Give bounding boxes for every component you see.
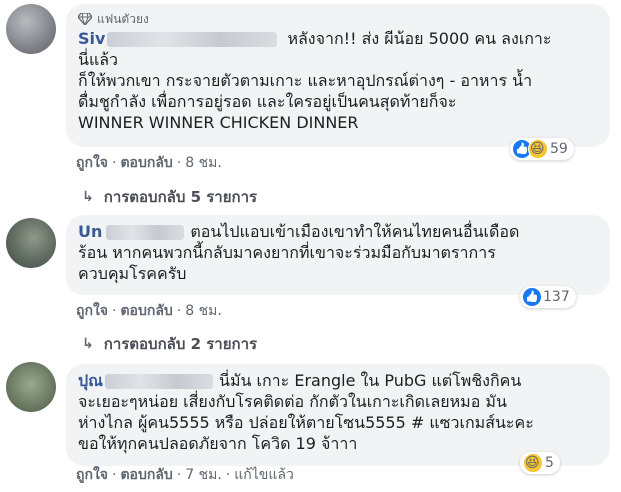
reply-button[interactable]: ตอบกลับ xyxy=(120,300,172,322)
haha-icon xyxy=(528,139,548,159)
comment-text-line: หลังจาก!! ส่ง ผีน้อย 5000 คน ลงเกาะ xyxy=(287,29,552,48)
commenter-avatar[interactable] xyxy=(6,362,56,412)
view-replies-link[interactable]: ↳ การตอบกลับ 2 รายการ xyxy=(82,332,257,356)
comment-actions: ถูกใจ · ตอบกลับ · 8 ชม. xyxy=(76,300,222,322)
reaction-count: 59 xyxy=(550,141,568,157)
commenter-name[interactable]: Un xyxy=(78,222,102,241)
comment-text-line: WINNER WINNER CHICKEN DINNER xyxy=(78,113,359,132)
commenter-name[interactable]: Siv xyxy=(78,29,105,48)
comment-text-line: ควบคุมโรคครับ xyxy=(78,264,187,283)
comment-text-line: ขอให้ทุกคนปลอดภัยจาก โควิด 19 จ้าาา xyxy=(78,434,358,453)
reaction-summary[interactable]: 59 xyxy=(510,138,574,160)
comment-time[interactable]: 7 ชม. xyxy=(185,464,222,486)
reply-arrow-icon: ↳ xyxy=(82,336,94,352)
blurred-name xyxy=(106,225,185,240)
separator: · xyxy=(112,303,117,319)
reply-arrow-icon: ↳ xyxy=(82,189,94,205)
blurred-name xyxy=(105,374,213,389)
like-button[interactable]: ถูกใจ xyxy=(76,300,108,322)
comment-text-line: ห่างไกล ผู้คน5555 หรือ ปล่อยให้ตายโซน555… xyxy=(78,413,534,432)
reply-button[interactable]: ตอบกลับ xyxy=(120,152,172,174)
separator: · xyxy=(112,467,117,483)
comment-text-line: ตอนไปแอบเข้าเมืองเขาทำให้คนไทยคนอื่นเดือ… xyxy=(190,222,520,241)
reply-button[interactable]: ตอบกลับ xyxy=(120,464,172,486)
comment-text: Siv หลังจาก!! ส่ง ผีน้อย 5000 คน ลงเกาะ น… xyxy=(78,28,598,133)
top-fan-label: แฟนตัวยง xyxy=(97,11,149,26)
replies-label: การตอบกลับ 5 รายการ xyxy=(103,188,258,206)
separator: · xyxy=(176,155,182,171)
replies-label: การตอบกลับ 2 รายการ xyxy=(103,335,258,353)
separator: · xyxy=(112,155,117,171)
comment-text-line: นี่มัน เกาะ Erangle ใน PubG แต่โพชิงกิคน xyxy=(219,371,522,390)
comment-text-line: จะเยอะๆหน่อย เสี่ยงกับโรคติดต่อ กักตัวใน… xyxy=(78,392,507,411)
like-button[interactable]: ถูกใจ xyxy=(76,464,108,486)
like-button[interactable]: ถูกใจ xyxy=(76,152,108,174)
reaction-summary[interactable]: 137 xyxy=(520,286,576,308)
comment-text-line: ดื่มชูกำลัง เพื่อการอยู่รอด และใครอยู่เป… xyxy=(78,92,457,111)
comment-actions: ถูกใจ · ตอบกลับ · 7 ชม. · แก้ไขแล้ว xyxy=(76,464,294,486)
haha-icon xyxy=(523,453,543,473)
commenter-avatar[interactable] xyxy=(6,218,56,268)
edited-label[interactable]: แก้ไขแล้ว xyxy=(234,464,294,486)
diamond-icon xyxy=(78,13,92,25)
commenter-avatar[interactable] xyxy=(6,4,56,54)
reaction-summary[interactable]: 5 xyxy=(520,452,560,474)
comment-text: ปุณ นี่มัน เกาะ Erangle ใน PubG แต่โพชิงก… xyxy=(78,370,598,454)
view-replies-link[interactable]: ↳ การตอบกลับ 5 รายการ xyxy=(82,185,257,209)
comment-text-line: นี่แล้ว xyxy=(78,50,119,69)
top-fan-badge: แฟนตัวยง xyxy=(78,10,598,28)
comment-text-line: ร้อน หากคนพวกนี้กลับมาคงยากที่เขาจะร่วมม… xyxy=(78,243,496,262)
comment-bubble: แฟนตัวยง Siv หลังจาก!! ส่ง ผีน้อย 5000 คน… xyxy=(66,4,610,147)
comment-bubble: ปุณ นี่มัน เกาะ Erangle ใน PubG แต่โพชิงก… xyxy=(66,364,610,466)
comment-actions: ถูกใจ · ตอบกลับ · 8 ชม. xyxy=(76,152,222,174)
comment-time[interactable]: 8 ชม. xyxy=(185,300,222,322)
reaction-count: 5 xyxy=(545,455,554,471)
comment-time[interactable]: 8 ชม. xyxy=(185,152,222,174)
separator: · xyxy=(176,303,182,319)
blurred-name xyxy=(107,32,278,47)
commenter-name[interactable]: ปุณ xyxy=(78,371,103,390)
comment-text: Un ตอนไปแอบเข้าเมืองเขาทำให้คนไทยคนอื่นเด… xyxy=(78,221,598,284)
comment-bubble: Un ตอนไปแอบเข้าเมืองเขาทำให้คนไทยคนอื่นเด… xyxy=(66,215,610,295)
like-icon xyxy=(523,288,541,306)
reaction-count: 137 xyxy=(543,289,570,305)
separator: · xyxy=(225,467,231,483)
comment-text-line: ก็ให้พวกเขา กระจายตัวตามเกาะ และหาอุปกรณ… xyxy=(78,71,533,90)
separator: · xyxy=(176,467,182,483)
